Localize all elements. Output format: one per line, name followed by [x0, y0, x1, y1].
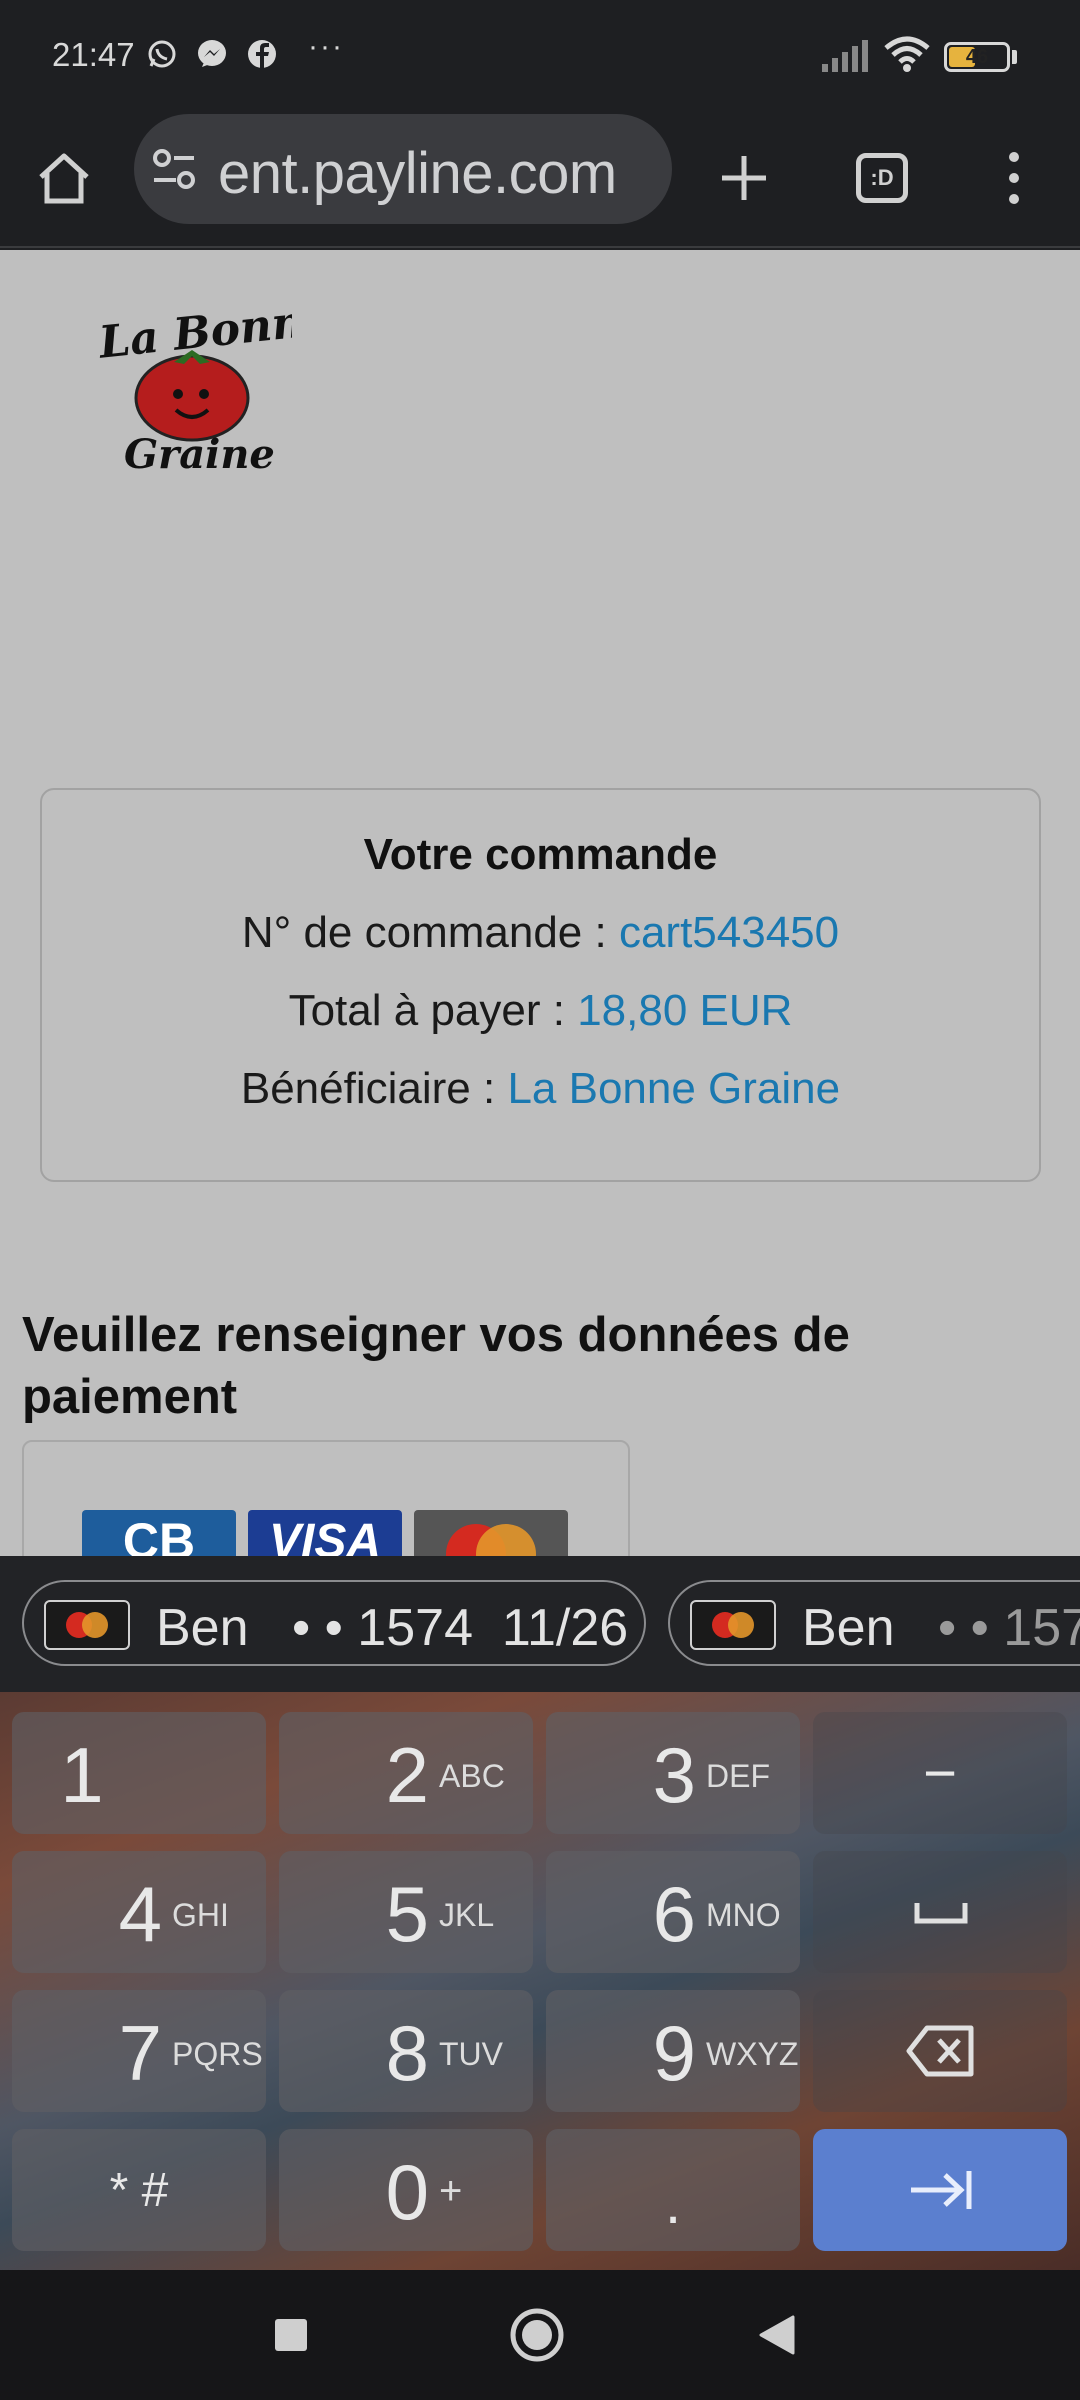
key-2[interactable]: 2 ABC: [279, 1712, 533, 1834]
total-label: Total à payer :: [288, 986, 578, 1035]
visa-label: VISA: [268, 1515, 382, 1556]
status-bar: 21:47 ··· 46: [0, 0, 1080, 112]
merchant-logo: La Bonne Graine: [96, 298, 292, 478]
cell-signal-icon: [822, 40, 868, 72]
key-5[interactable]: 5 JKL: [279, 1851, 533, 1973]
key-3[interactable]: 3 DEF: [546, 1712, 800, 1834]
beneficiary-value: La Bonne Graine: [507, 1064, 841, 1113]
square-icon: [275, 2319, 307, 2351]
whatsapp-icon: [148, 40, 176, 68]
facebook-icon: [248, 40, 276, 68]
order-number-line: N° de commande : cart543450: [42, 908, 1039, 958]
svg-text:Graine: Graine: [124, 431, 275, 478]
more-notifications-icon: ···: [308, 30, 344, 63]
key-next-tab[interactable]: [813, 2129, 1067, 2251]
key-minus[interactable]: −: [813, 1712, 1067, 1834]
messenger-icon: [198, 40, 226, 67]
numeric-keyboard: 1 2 ABC 3 DEF − 4 GHI 5 JKL 6 MNO 7 PQRS…: [0, 1692, 1080, 2270]
order-title: Votre commande: [363, 830, 718, 879]
key-star-hash[interactable]: * #: [12, 2129, 266, 2251]
key-6[interactable]: 6 MNO: [546, 1851, 800, 1973]
key-9[interactable]: 9 WXYZ: [546, 1990, 800, 2112]
tab-switcher-button[interactable]: :D: [840, 136, 924, 220]
status-time: 21:47: [52, 36, 135, 73]
mastercard-icon: [690, 1600, 776, 1650]
key-dot[interactable]: .: [546, 2129, 800, 2251]
card-autofill-bar: Ben • • 1574 11/26 Ben • • 1574: [0, 1556, 1080, 1692]
autofill-card-number: • • 1574 11/26: [292, 1599, 629, 1657]
autofill-card-chip-2[interactable]: Ben • • 1574: [668, 1580, 1080, 1666]
order-summary-box: Votre commande N° de commande : cart5434…: [40, 788, 1041, 1182]
visa-card-option[interactable]: VISA: [248, 1510, 402, 1556]
key-backspace[interactable]: [813, 1990, 1067, 2112]
wifi-icon: [884, 36, 930, 72]
mastercard-icon: [446, 1524, 536, 1556]
battery-icon: 46: [944, 42, 1010, 72]
beneficiary-label: Bénéficiaire :: [240, 1064, 508, 1113]
url-text: ent.payline.com: [218, 141, 617, 206]
home-nav-button[interactable]: [502, 2300, 572, 2370]
total-line: Total à payer : 18,80 EUR: [42, 986, 1039, 1036]
web-page: La Bonne Graine Votre commande N° de com…: [0, 250, 1080, 1556]
back-triangle-icon: [759, 2315, 795, 2355]
mastercard-card-option[interactable]: [414, 1510, 568, 1556]
space-icon: [914, 1903, 968, 1924]
payment-heading: Veuillez renseigner vos données de paiem…: [22, 1308, 850, 1424]
mastercard-icon: [44, 1600, 130, 1650]
backspace-icon: [906, 2025, 974, 2077]
tab-count: :D: [856, 153, 908, 203]
cb-label: CB: [122, 1513, 196, 1556]
total-value: 18,80 EUR: [577, 986, 793, 1035]
key-1[interactable]: 1: [12, 1712, 266, 1834]
key-8[interactable]: 8 TUV: [279, 1990, 533, 2112]
system-nav-bar: [0, 2270, 1080, 2400]
order-number-value: cart543450: [618, 908, 840, 957]
back-button[interactable]: [742, 2300, 812, 2370]
order-number-label: N° de commande :: [241, 908, 619, 957]
more-vert-icon: [1009, 152, 1019, 204]
key-7[interactable]: 7 PQRS: [12, 1990, 266, 2112]
key-0[interactable]: 0 +: [279, 2129, 533, 2251]
new-tab-button[interactable]: [702, 136, 786, 220]
battery-tip: [1012, 50, 1017, 64]
key-space[interactable]: [813, 1851, 1067, 1973]
screen: { "status_bar": { "time": "21:47", "noti…: [0, 0, 1080, 2400]
autofill-card-name: Ben: [802, 1599, 895, 1657]
plus-icon: [722, 156, 766, 200]
url-bar[interactable]: ent.payline.com: [134, 114, 672, 224]
key-4[interactable]: 4 GHI: [12, 1851, 266, 1973]
autofill-card-number: • • 1574: [938, 1599, 1080, 1657]
circle-home-icon: [510, 2308, 564, 2362]
recents-button[interactable]: [256, 2300, 326, 2370]
home-button[interactable]: [22, 136, 106, 220]
autofill-card-name: Ben: [156, 1599, 249, 1657]
browser-menu-button[interactable]: [972, 136, 1056, 220]
beneficiary-line: Bénéficiaire : La Bonne Graine: [42, 1064, 1039, 1114]
site-settings-icon: [153, 149, 195, 189]
browser-toolbar: ent.payline.com :D: [0, 112, 1080, 248]
home-icon: [39, 153, 89, 204]
battery-level-text: 46: [965, 46, 989, 68]
tab-next-icon: [911, 2171, 972, 2209]
autofill-card-chip-1[interactable]: Ben • • 1574 11/26: [22, 1580, 646, 1666]
cb-card-option[interactable]: CB: [82, 1510, 236, 1556]
